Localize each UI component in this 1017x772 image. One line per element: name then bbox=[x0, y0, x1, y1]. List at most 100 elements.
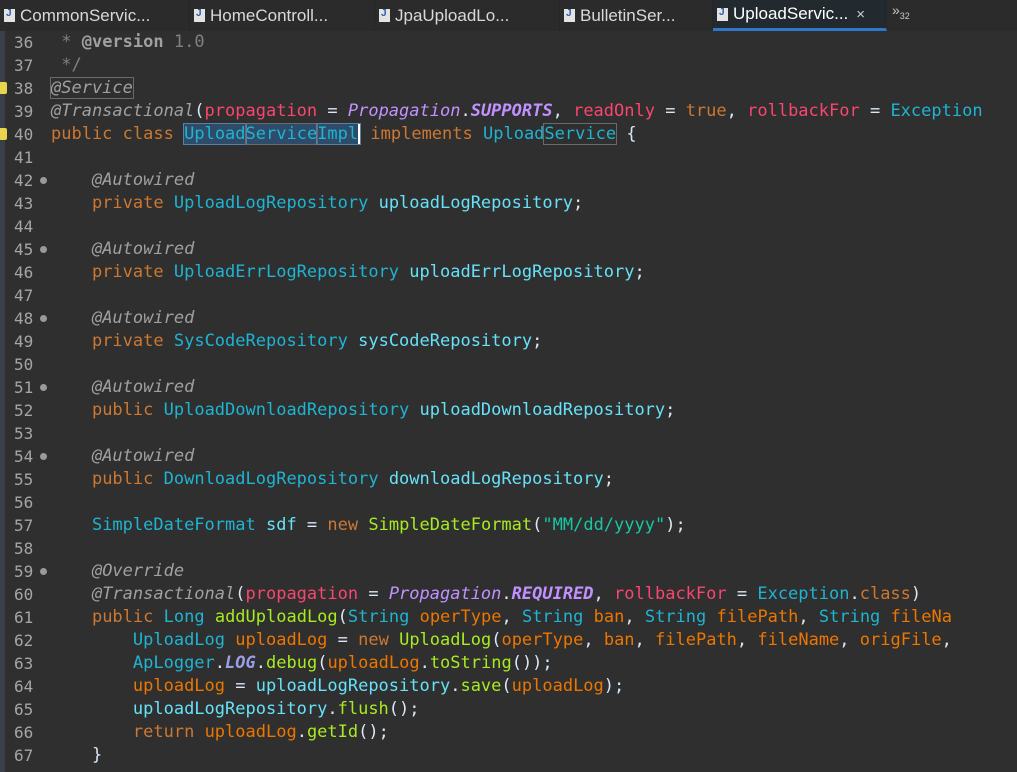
code-token: LOG bbox=[225, 653, 256, 673]
code-line[interactable]: 40 public class UploadServiceImpl impleme… bbox=[0, 123, 1017, 146]
code-token: String bbox=[347, 607, 410, 627]
code-line[interactable]: 59 @Override bbox=[0, 560, 1017, 583]
code-token: @Autowired bbox=[91, 377, 195, 397]
fold-toggle-icon[interactable] bbox=[40, 568, 47, 575]
code-line[interactable]: 43 private UploadLogRepository uploadLog… bbox=[0, 192, 1017, 215]
code-line[interactable]: 62 UploadLog uploadLog = new UploadLog(o… bbox=[0, 629, 1017, 652]
annotation-marker-icon[interactable] bbox=[0, 82, 7, 94]
code-line[interactable]: 57 SimpleDateFormat sdf = new SimpleDate… bbox=[0, 514, 1017, 537]
code-line[interactable]: 63 ApLogger.LOG.debug(uploadLog.toString… bbox=[0, 652, 1017, 675]
code-line[interactable]: 37 */ bbox=[0, 54, 1017, 77]
code-token: ( bbox=[317, 653, 328, 673]
tab-label: BulletinSer... bbox=[580, 5, 676, 25]
code-line[interactable]: 48 @Autowired bbox=[0, 307, 1017, 330]
code-line[interactable]: 56 bbox=[0, 491, 1017, 514]
fold-toggle-icon[interactable] bbox=[40, 246, 47, 253]
code-token: toString bbox=[429, 653, 512, 673]
fold-toggle-icon[interactable] bbox=[40, 315, 47, 322]
code-line[interactable]: 38 @Service bbox=[0, 77, 1017, 100]
code-line[interactable]: 50 bbox=[0, 353, 1017, 376]
line-number: 49 bbox=[14, 332, 34, 351]
code-line[interactable]: 36 * @version 1.0 bbox=[0, 31, 1017, 54]
code-token: @Service bbox=[50, 77, 134, 99]
code-line[interactable]: 60 @Transactional(propagation = Propagat… bbox=[0, 583, 1017, 606]
code-token: private bbox=[91, 331, 164, 351]
tab-1[interactable]: CommonServic... bbox=[0, 0, 190, 31]
code-line[interactable]: 53 bbox=[0, 422, 1017, 445]
code-text: @Autowired bbox=[51, 169, 194, 192]
code-token: SimpleDateFormat bbox=[368, 515, 533, 535]
fold-toggle-icon[interactable] bbox=[40, 453, 47, 460]
code-line[interactable]: 39 @Transactional(propagation = Propagati… bbox=[0, 100, 1017, 123]
code-token: . bbox=[214, 653, 226, 673]
code-line[interactable]: 49 private SysCodeRepository sysCodeRepo… bbox=[0, 330, 1017, 353]
line-number: 62 bbox=[14, 631, 34, 650]
code-token: String bbox=[644, 607, 707, 627]
code-line[interactable]: 64 uploadLog = uploadLogRepository.save(… bbox=[0, 675, 1017, 698]
code-token: String bbox=[818, 607, 881, 627]
line-number: 50 bbox=[14, 355, 34, 374]
code-token: origFile bbox=[859, 630, 942, 650]
code-line[interactable]: 47 bbox=[0, 284, 1017, 307]
tab-overflow-button[interactable]: »32 bbox=[892, 2, 910, 21]
tab-label: CommonServic... bbox=[20, 5, 151, 25]
code-token: public bbox=[91, 607, 154, 627]
tab-5[interactable]: UploadServic... × bbox=[713, 0, 887, 31]
code-token: propagation bbox=[245, 584, 359, 604]
tab-2[interactable]: HomeControll... bbox=[190, 0, 375, 31]
code-line[interactable]: 41 bbox=[0, 146, 1017, 169]
fold-toggle-icon[interactable] bbox=[40, 384, 47, 391]
tab-label: JpaUploadLo... bbox=[395, 5, 510, 25]
code-editor[interactable]: 36 * @version 1.0 37 */38 @Service 39 @Trans… bbox=[0, 31, 1017, 772]
code-line[interactable]: 51 @Autowired bbox=[0, 376, 1017, 399]
close-icon[interactable]: × bbox=[856, 6, 865, 23]
code-token: uploadLog bbox=[132, 676, 226, 696]
code-token: ( bbox=[235, 584, 246, 604]
code-text: @Service bbox=[50, 77, 134, 100]
code-line[interactable]: 54 @Autowired bbox=[0, 445, 1017, 468]
code-line[interactable]: 52 public UploadDownloadRepository uploa… bbox=[0, 399, 1017, 422]
java-file-icon bbox=[194, 8, 205, 22]
code-token: filePath bbox=[716, 607, 799, 627]
code-token: uploadLogRepository bbox=[255, 676, 451, 696]
code-token: UploadLog bbox=[132, 630, 226, 650]
code-line[interactable]: 55 public DownloadLogRepository download… bbox=[0, 468, 1017, 491]
line-number: 63 bbox=[14, 654, 34, 673]
code-line[interactable]: 58 bbox=[0, 537, 1017, 560]
code-text: private SysCodeRepository sysCodeReposit… bbox=[51, 330, 542, 353]
code-token: { bbox=[616, 124, 637, 144]
line-number: 55 bbox=[14, 470, 34, 489]
code-token: = bbox=[726, 584, 758, 604]
tab-4[interactable]: BulletinSer... bbox=[560, 0, 713, 31]
code-line[interactable]: 42 @Autowired bbox=[0, 169, 1017, 192]
fold-toggle-icon[interactable] bbox=[40, 177, 47, 184]
code-token: uploadLogRepository bbox=[132, 699, 328, 719]
code-token: 1.0 bbox=[163, 32, 205, 52]
annotation-marker-icon[interactable] bbox=[0, 128, 7, 140]
code-line[interactable]: 46 private UploadErrLogRepository upload… bbox=[0, 261, 1017, 284]
code-token: uploadLog bbox=[204, 722, 297, 742]
code-token: , bbox=[583, 630, 604, 650]
code-line[interactable]: 66 return uploadLog.getId(); bbox=[0, 721, 1017, 744]
code-token: Upload bbox=[483, 124, 545, 144]
code-text: @Autowired bbox=[51, 307, 194, 330]
code-token: . bbox=[501, 584, 512, 604]
code-line[interactable]: 44 bbox=[0, 215, 1017, 238]
code-line[interactable]: 45 @Autowired bbox=[0, 238, 1017, 261]
code-line[interactable]: 61 public Long addUploadLog(String operT… bbox=[0, 606, 1017, 629]
tab-3[interactable]: JpaUploadLo... bbox=[375, 0, 560, 31]
code-line[interactable]: 67 } bbox=[0, 744, 1017, 767]
code-line[interactable]: 65 uploadLogRepository.flush(); bbox=[0, 698, 1017, 721]
code-token: operType bbox=[419, 607, 502, 627]
